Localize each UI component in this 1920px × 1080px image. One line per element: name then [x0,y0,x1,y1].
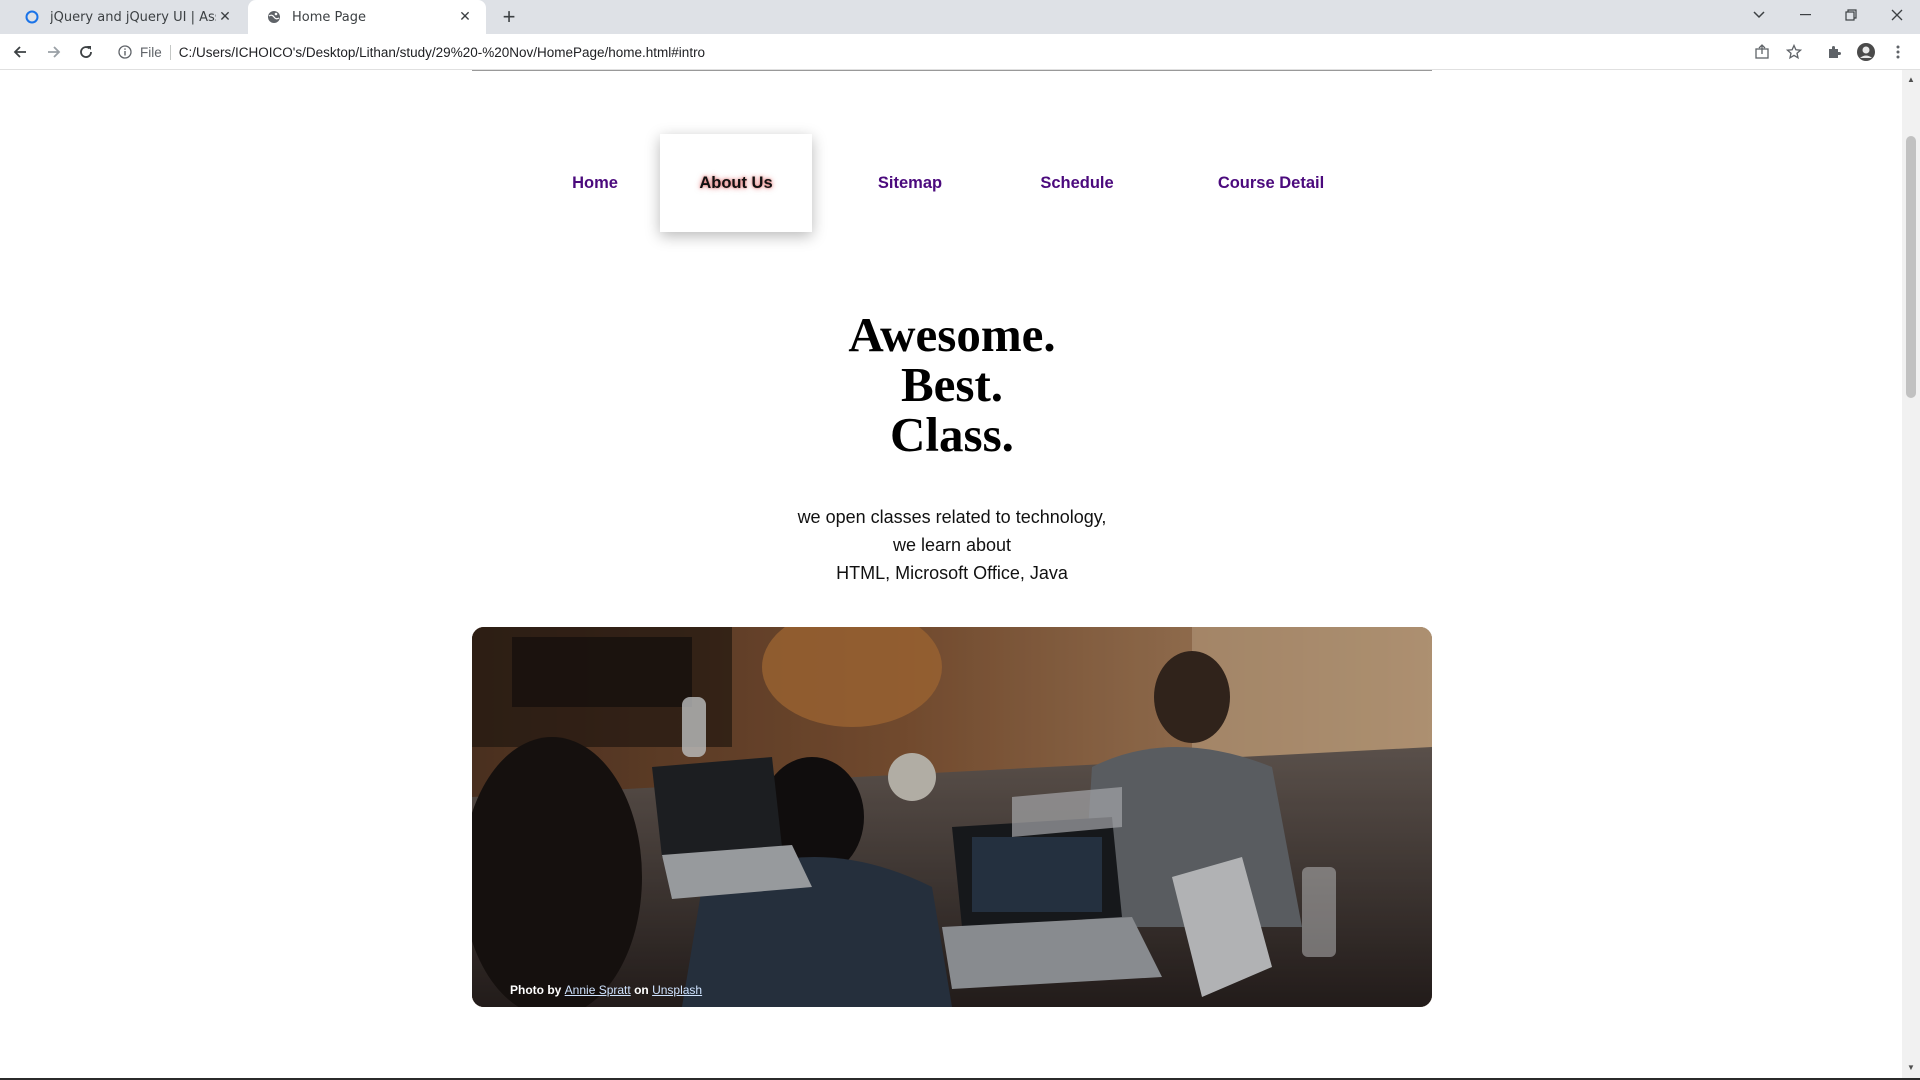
intro-paragraph: we open classes related to technology, w… [672,503,1232,587]
intro-line: we open classes related to technology, [797,507,1107,527]
kebab-menu-icon[interactable] [1886,40,1910,64]
restore-window-button[interactable] [1828,0,1874,30]
hero-headline: Awesome. Best. Class. [672,310,1232,460]
headline-line: Class. [890,407,1014,462]
intro-line: HTML, Microsoft Office, Java [836,563,1068,583]
browser-tab-jquery[interactable]: jQuery and jQuery UI | Assignme ✕ [6,0,246,34]
browser-tab-home-page[interactable]: Home Page ✕ [248,0,486,34]
close-tab-icon[interactable]: ✕ [216,8,234,26]
scroll-up-arrow-icon[interactable]: ▲ [1906,74,1916,84]
close-tab-icon[interactable]: ✕ [456,8,474,26]
address-bar[interactable]: File C:/Users/ICHOICO's/Desktop/Lithan/s… [108,38,1788,66]
site-info-icon[interactable] [116,43,134,61]
tab-title: jQuery and jQuery UI | Assignme [50,9,216,25]
bookmark-star-icon[interactable] [1782,40,1806,64]
scrollbar-thumb[interactable] [1906,136,1916,398]
unsplash-link[interactable]: Unsplash [652,983,702,997]
browser-tab-strip: jQuery and jQuery UI | Assignme ✕ Home P… [0,0,1920,34]
nav-link-course-detail[interactable]: Course Detail [1172,134,1370,232]
tab-search-chevron-icon[interactable] [1736,0,1782,30]
main-navigation: Home About Us Sitemap Schedule Course De… [472,134,1432,232]
new-tab-button[interactable]: + [496,4,522,30]
nav-link-sitemap[interactable]: Sitemap [838,134,982,232]
intro-line: we learn about [892,535,1012,555]
url-scheme-label: File [140,44,171,60]
browser-toolbar: File C:/Users/ICHOICO's/Desktop/Lithan/s… [0,34,1920,70]
credit-prefix: Photo by [510,983,562,997]
globe-icon [266,9,282,25]
site-favicon-icon [24,9,40,25]
minimize-window-button[interactable] [1782,0,1828,30]
reload-icon[interactable] [72,38,100,66]
headline-line: Best. [900,357,1004,412]
back-arrow-icon[interactable] [6,38,34,66]
headline-line: Awesome. [848,307,1056,362]
vertical-scrollbar[interactable]: ▲ ▼ [1902,70,1920,1078]
photo-author-link[interactable]: Annie Spratt [565,983,631,997]
tab-title: Home Page [292,9,366,25]
classroom-photo-illustration [472,627,1432,1007]
hero-image: Photo by Annie Spratt on Unsplash [472,627,1432,1007]
nav-link-about-us[interactable]: About Us [660,134,812,232]
url-text[interactable]: C:/Users/ICHOICO's/Desktop/Lithan/study/… [179,45,705,60]
forward-arrow-icon[interactable] [40,38,68,66]
nav-link-schedule[interactable]: Schedule [1002,134,1152,232]
extensions-puzzle-icon[interactable] [1822,40,1846,64]
scroll-down-arrow-icon[interactable]: ▼ [1906,1062,1916,1072]
nav-link-home[interactable]: Home [530,134,660,232]
page-viewport: Home About Us Sitemap Schedule Course De… [0,70,1902,1078]
section-divider [472,70,1432,71]
credit-middle: on [634,983,649,997]
close-window-button[interactable] [1874,0,1920,30]
profile-avatar-icon[interactable] [1854,40,1878,64]
photo-credit: Photo by Annie Spratt on Unsplash [510,983,702,997]
share-icon[interactable] [1750,40,1774,64]
